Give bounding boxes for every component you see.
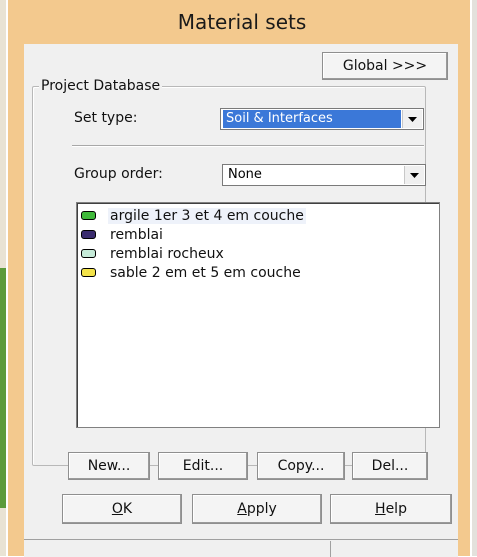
material-name: remblai xyxy=(110,226,163,243)
apply-mnemonic: A xyxy=(237,501,247,517)
separator xyxy=(72,145,424,147)
list-item[interactable]: remblai xyxy=(81,225,163,244)
chevron-down-icon[interactable] xyxy=(402,110,422,128)
material-color-swatch xyxy=(81,249,96,258)
ok-label-rest: K xyxy=(122,501,133,517)
help-button[interactable]: Help xyxy=(330,494,452,524)
set-type-value: Soil & Interfaces xyxy=(223,110,401,128)
global-button[interactable]: Global >>> xyxy=(322,52,448,80)
new-button[interactable]: New... xyxy=(68,452,150,480)
background-strip-green xyxy=(0,268,6,508)
material-color-swatch xyxy=(81,268,96,277)
dialog-title: Material sets xyxy=(177,10,307,34)
list-item[interactable]: argile 1er 3 et 4 em couche xyxy=(81,206,306,225)
material-name: remblai rocheux xyxy=(110,245,224,262)
group-order-select[interactable]: None xyxy=(222,164,426,186)
list-item[interactable]: remblai rocheux xyxy=(81,244,224,263)
apply-label-rest: pply xyxy=(246,501,277,517)
copy-button[interactable]: Copy... xyxy=(257,452,345,480)
edit-button[interactable]: Edit... xyxy=(158,452,248,480)
material-name: argile 1er 3 et 4 em couche xyxy=(108,207,306,224)
material-color-swatch xyxy=(81,211,96,220)
material-color-swatch xyxy=(81,230,96,239)
group-order-value: None xyxy=(228,167,262,182)
project-database-legend: Project Database xyxy=(39,78,163,94)
set-type-label: Set type: xyxy=(74,110,138,126)
status-bar-divider xyxy=(330,541,331,557)
ok-mnemonic: O xyxy=(111,501,123,517)
material-name: sable 2 em et 5 em couche xyxy=(110,264,301,281)
delete-button[interactable]: Del... xyxy=(352,452,428,480)
set-type-select[interactable]: Soil & Interfaces xyxy=(220,108,424,130)
status-bar xyxy=(24,539,458,557)
help-mnemonic: H xyxy=(375,501,386,517)
ok-button[interactable]: OK xyxy=(62,494,182,524)
background-strip-right xyxy=(472,0,477,556)
list-item[interactable]: sable 2 em et 5 em couche xyxy=(81,263,301,282)
chevron-down-icon[interactable] xyxy=(404,166,424,184)
apply-button[interactable]: Apply xyxy=(192,494,322,524)
group-order-label: Group order: xyxy=(74,166,163,182)
help-label-rest: elp xyxy=(385,501,407,517)
material-list[interactable]: argile 1er 3 et 4 em couche remblai remb… xyxy=(76,202,440,428)
